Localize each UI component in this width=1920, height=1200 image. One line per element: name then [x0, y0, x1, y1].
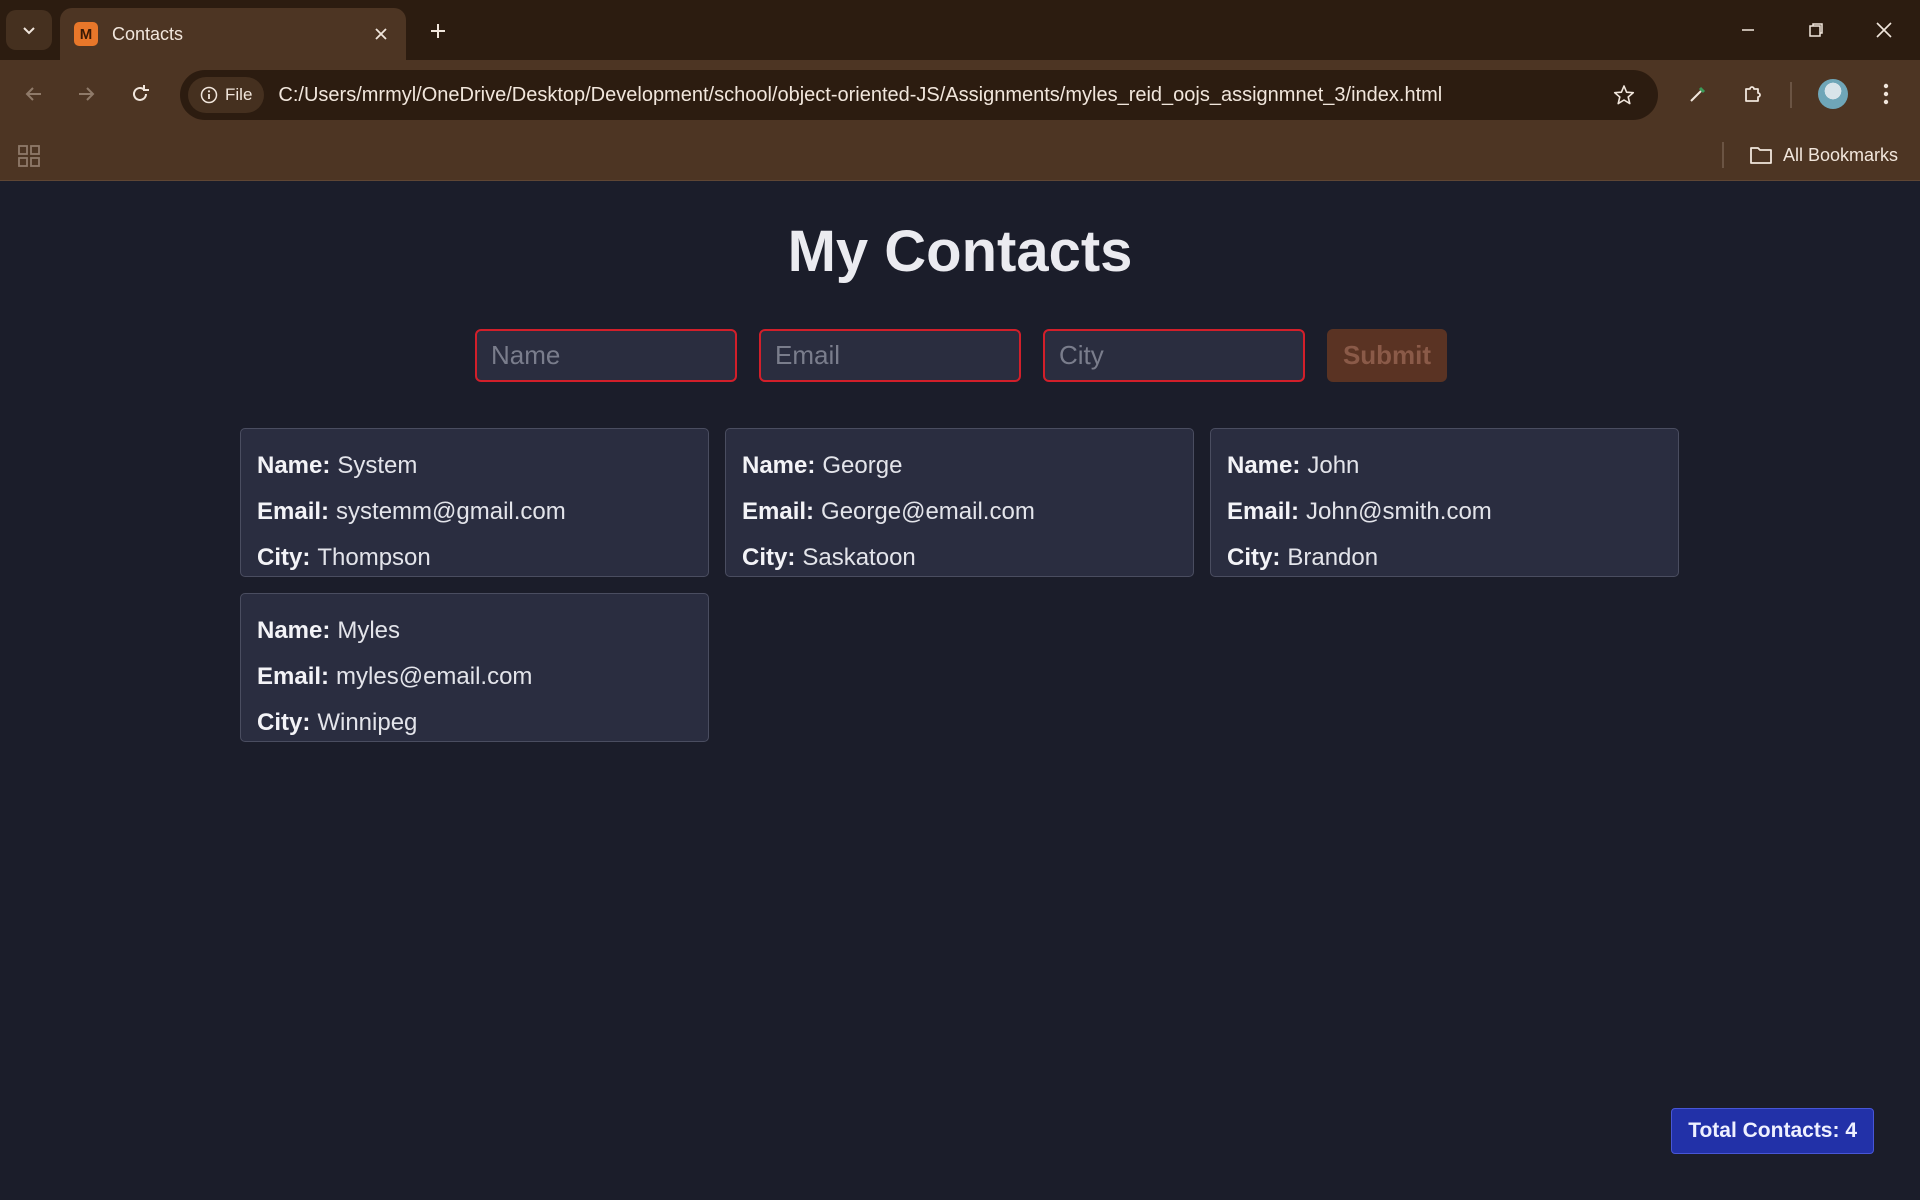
city-label: City:: [1227, 544, 1281, 571]
bookmarks-bar: All Bookmarks: [0, 129, 1920, 181]
contact-card[interactable]: Name: System Email: systemm@gmail.com City…: [240, 428, 709, 577]
profile-button[interactable]: [1813, 74, 1853, 114]
restore-button[interactable]: [1794, 8, 1838, 52]
city-label: City:: [257, 544, 311, 571]
contact-city-row: City: Brandon: [1227, 535, 1662, 581]
page-title: My Contacts: [787, 219, 1133, 284]
extensions-button[interactable]: [1733, 74, 1773, 114]
grid-icon: [18, 145, 40, 167]
email-label: Email:: [1227, 498, 1300, 525]
total-contacts-badge: Total Contacts: 4: [1671, 1108, 1874, 1154]
contact-email-row: Email: myles@email.com: [257, 654, 692, 700]
forward-button[interactable]: [66, 74, 106, 114]
contact-city: Saskatoon: [802, 544, 916, 571]
contact-email: George@email.com: [821, 498, 1035, 525]
contact-card[interactable]: Name: Myles Email: myles@email.com City: Wi…: [240, 593, 709, 742]
contact-name-row: Name: George: [742, 443, 1177, 489]
name-label: Name:: [257, 617, 331, 644]
submit-button[interactable]: Submit: [1327, 329, 1447, 382]
contact-name: Myles: [337, 617, 401, 644]
email-input[interactable]: [759, 329, 1021, 382]
star-icon: [1613, 85, 1635, 105]
all-bookmarks-label: All Bookmarks: [1782, 144, 1898, 165]
tab-close-button[interactable]: [370, 23, 392, 45]
site-favicon-icon: M: [74, 22, 98, 46]
tab-search-button[interactable]: [6, 10, 52, 50]
url-text: C:/Users/mrmyl/OneDrive/Desktop/Developm…: [278, 83, 1443, 106]
email-label: Email:: [742, 498, 815, 525]
apps-button[interactable]: [14, 141, 44, 171]
minimize-icon: [1742, 29, 1754, 31]
site-info-chip[interactable]: File: [188, 77, 265, 113]
tab-strip: M Contacts: [0, 0, 1920, 60]
city-input[interactable]: [1043, 329, 1305, 382]
minimize-button[interactable]: [1726, 8, 1770, 52]
name-label: Name:: [742, 452, 816, 479]
contact-city: Brandon: [1287, 544, 1379, 571]
contact-email-row: Email: John@smith.com: [1227, 489, 1662, 535]
folder-icon: [1750, 147, 1772, 164]
contact-email: systemm@gmail.com: [336, 498, 566, 525]
eyedropper-button[interactable]: [1678, 74, 1718, 114]
all-bookmarks-button[interactable]: All Bookmarks: [1749, 139, 1898, 171]
avatar: [1818, 79, 1848, 109]
contact-city: Thompson: [317, 544, 431, 571]
browser-menu-button[interactable]: [1866, 74, 1906, 114]
close-window-button[interactable]: [1862, 8, 1906, 52]
new-tab-button[interactable]: [418, 14, 458, 48]
contact-city-row: City: Thompson: [257, 535, 692, 581]
reload-button[interactable]: [120, 74, 160, 114]
kebab-menu-icon: [1883, 83, 1889, 105]
chevron-down-icon: [23, 27, 35, 35]
back-button[interactable]: [14, 74, 54, 114]
name-label: Name:: [257, 452, 331, 479]
contact-name: John: [1307, 452, 1360, 479]
contact-email: John@smith.com: [1306, 498, 1492, 525]
name-label: Name:: [1227, 452, 1301, 479]
city-label: City:: [257, 709, 311, 736]
contact-email-row: Email: George@email.com: [742, 489, 1177, 535]
contact-city-row: City: Saskatoon: [742, 535, 1177, 581]
contact-city: Winnipeg: [317, 709, 418, 736]
contact-email-row: Email: systemm@gmail.com: [257, 489, 692, 535]
contact-name-row: Name: System: [257, 443, 692, 489]
name-input[interactable]: [475, 329, 737, 382]
contact-card[interactable]: Name: John Email: John@smith.com City: Bran…: [1210, 428, 1679, 577]
site-chip-label: File: [225, 85, 253, 104]
reload-icon: [133, 85, 149, 101]
page-content: My Contacts Submit Name:System Email:sys…: [0, 182, 1920, 1200]
browser-toolbar: File C:/Users/mrmyl/OneDrive/Desktop/Dev…: [0, 60, 1920, 129]
arrow-left-icon: [25, 87, 41, 101]
plus-icon: [431, 24, 445, 38]
close-icon: [1876, 22, 1892, 38]
email-label: Email:: [257, 498, 330, 525]
contact-name: System: [337, 452, 418, 479]
city-label: City:: [742, 544, 796, 571]
toolbar-divider: [1790, 82, 1792, 108]
contact-name-row: Name: John: [1227, 443, 1662, 489]
contact-email: myles@email.com: [336, 663, 533, 690]
contacts-grid: Name: System Email: systemm@gmail.com City…: [240, 428, 1680, 742]
arrow-right-icon: [79, 87, 95, 101]
contact-city-row: City: Winnipeg: [257, 700, 692, 746]
bookmarks-divider: [1722, 142, 1724, 168]
browser-tab[interactable]: M Contacts: [60, 8, 406, 60]
puzzle-icon: [1745, 86, 1761, 102]
add-contact-form: Submit: [475, 329, 1447, 382]
address-bar[interactable]: File C:/Users/mrmyl/OneDrive/Desktop/Dev…: [180, 70, 1658, 120]
eyedropper-icon: [1690, 86, 1706, 102]
tab-title: Contacts: [112, 23, 184, 44]
bookmark-star-button[interactable]: [1604, 75, 1644, 115]
info-icon: [200, 86, 218, 104]
email-label: Email:: [257, 663, 330, 690]
contact-name: George: [822, 452, 903, 479]
close-icon: [375, 28, 387, 40]
restore-icon: [1809, 23, 1823, 37]
contact-card[interactable]: Name: George Email: George@email.com City:…: [725, 428, 1194, 577]
contact-name-row: Name: Myles: [257, 608, 692, 654]
